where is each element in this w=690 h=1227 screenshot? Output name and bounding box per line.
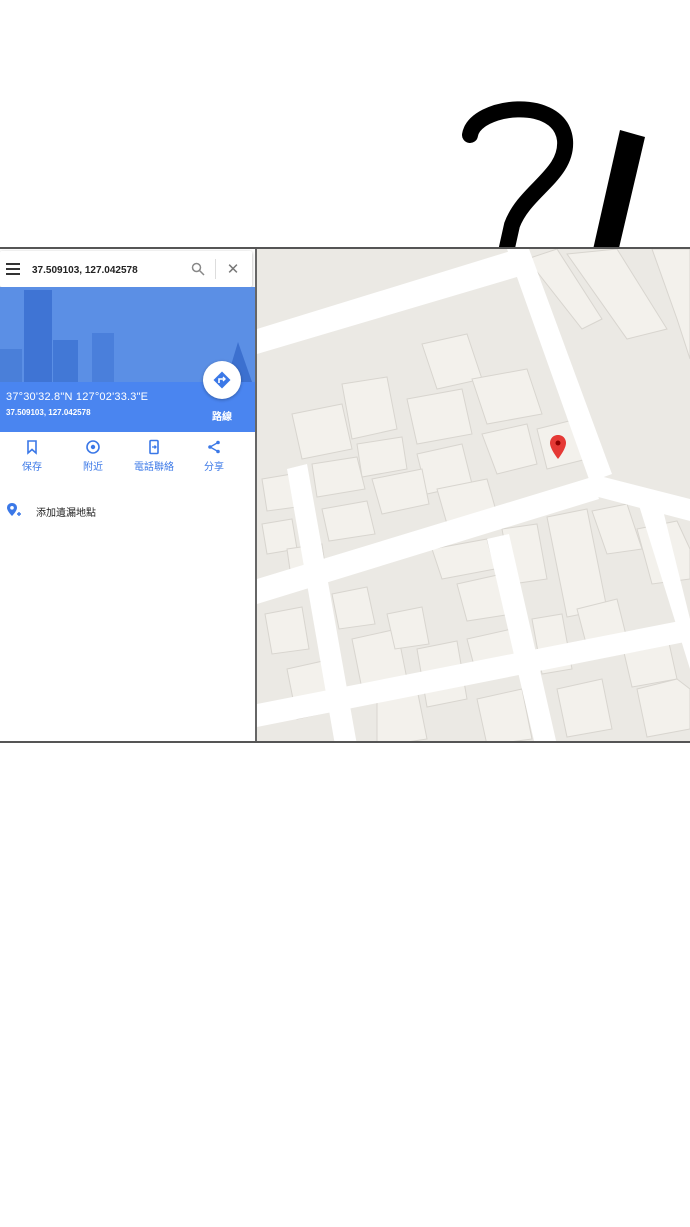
menu-icon[interactable] (6, 263, 20, 275)
share-icon (208, 440, 220, 454)
send-to-phone-label: 電話聯絡 (134, 462, 174, 473)
add-location-icon (7, 503, 21, 516)
bookmark-icon (27, 440, 37, 455)
directions-label: 路線 (212, 412, 232, 423)
nearby-button[interactable]: 附近 (65, 439, 121, 473)
place-sidebar: ✕ 37°30'32.8"N 127°02'33.3"E 37.509103, … (0, 249, 257, 741)
add-missing-place-label: 添加遺漏地點 (36, 508, 96, 519)
place-header: 37°30'32.8"N 127°02'33.3"E 37.509103, 12… (0, 287, 255, 432)
share-button[interactable]: 分享 (186, 439, 242, 473)
coordinates-dms: 37°30'32.8"N 127°02'33.3"E (6, 391, 149, 403)
action-bar: 保存 附近 電話聯絡 分享 (0, 439, 255, 479)
search-icon[interactable] (191, 262, 205, 276)
directions-icon (213, 371, 231, 389)
maps-screenshot: ✕ 37°30'32.8"N 127°02'33.3"E 37.509103, … (0, 247, 690, 743)
search-input[interactable] (30, 259, 184, 281)
send-to-phone-icon (149, 439, 159, 455)
share-label: 分享 (204, 462, 224, 473)
close-icon[interactable]: ✕ (226, 261, 240, 277)
coordinates-decimal: 37.509103, 127.042578 (6, 408, 91, 417)
save-button[interactable]: 保存 (4, 439, 60, 473)
nearby-icon (86, 440, 100, 454)
nearby-label: 附近 (83, 462, 103, 473)
map-view[interactable] (257, 249, 690, 741)
search-divider (215, 259, 216, 279)
send-to-phone-button[interactable]: 電話聯絡 (126, 439, 182, 473)
search-bar: ✕ (0, 251, 252, 287)
directions-button[interactable] (203, 361, 241, 399)
save-label: 保存 (22, 462, 42, 473)
